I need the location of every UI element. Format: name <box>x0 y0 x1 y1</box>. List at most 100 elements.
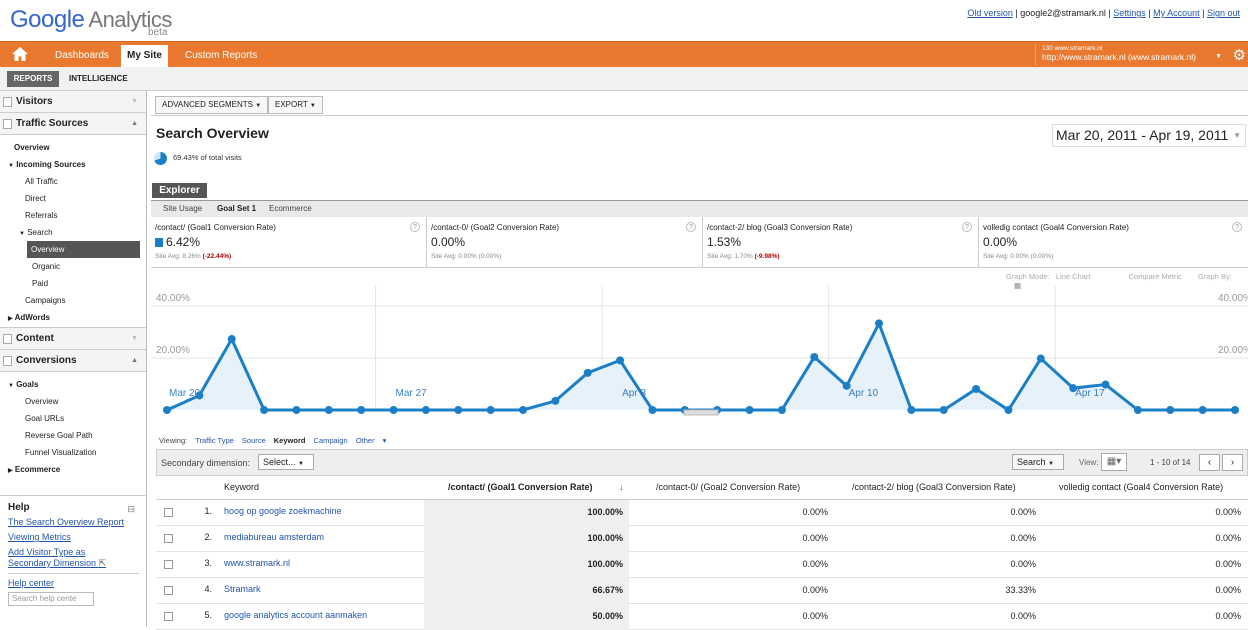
sidebar-item-search[interactable]: ▼ Search <box>0 224 146 241</box>
col-goal3[interactable]: /contact-2/ blog (Goal3 Conversion Rate) <box>852 482 1016 492</box>
home-icon[interactable] <box>12 47 28 61</box>
col-keyword[interactable]: Keyword <box>224 482 259 492</box>
data-point[interactable] <box>357 406 366 414</box>
sign-out-link[interactable]: Sign out <box>1207 8 1240 18</box>
data-point[interactable] <box>1166 406 1175 414</box>
sidebar-item-all-traffic[interactable]: All Traffic <box>0 173 146 190</box>
data-point[interactable] <box>454 406 463 414</box>
sidebar-item-reverse-goal-path[interactable]: Reverse Goal Path <box>0 427 146 444</box>
data-point[interactable] <box>389 406 398 414</box>
data-point[interactable] <box>163 406 171 414</box>
date-range-picker[interactable]: Mar 20, 2011 - Apr 19, 2011 ▼ <box>1052 124 1246 147</box>
tab-intelligence[interactable]: INTELLIGENCE <box>69 71 128 87</box>
help-icon[interactable]: ? <box>410 222 420 232</box>
sort-down-icon[interactable]: ↓ <box>619 482 624 492</box>
data-point[interactable] <box>551 396 560 405</box>
col-goal1[interactable]: /contact/ (Goal1 Conversion Rate) <box>448 482 593 492</box>
keyword-link[interactable]: google analytics account aanmaken <box>224 610 367 620</box>
export-button[interactable]: EXPORT ▼ <box>268 96 323 114</box>
data-point[interactable] <box>616 356 625 365</box>
help-icon[interactable]: ? <box>962 222 972 232</box>
col-goal2[interactable]: /contact-0/ (Goal2 Conversion Rate) <box>656 482 800 492</box>
settings-link[interactable]: Settings <box>1113 8 1146 18</box>
help-link-add-visitor-type[interactable]: Add Visitor Type as Secondary Dimension ⇱ <box>8 547 139 569</box>
compare-metric-option[interactable]: Compare Metric <box>1129 272 1182 281</box>
explorer-tab[interactable]: Explorer <box>152 183 207 198</box>
data-point[interactable] <box>1004 406 1013 414</box>
metric-box-goal1[interactable]: /contact/ (Goal1 Conversion Rate) 6.42% … <box>151 217 427 268</box>
keyword-link[interactable]: mediabureau amsterdam <box>224 532 324 542</box>
sidebar-section-content[interactable]: Content ▼ <box>0 328 146 350</box>
row-checkbox[interactable] <box>164 560 173 569</box>
sidebar-item-paid[interactable]: Paid <box>0 275 146 292</box>
sidebar-item-ecommerce[interactable]: ▶ Ecommerce <box>0 461 146 478</box>
data-point[interactable] <box>777 406 786 414</box>
tab-dashboards[interactable]: Dashboards <box>55 50 109 61</box>
tab-custom-reports[interactable]: Custom Reports <box>185 50 257 61</box>
keyword-link[interactable]: hoog op google zoekmachine <box>224 506 342 516</box>
help-search-input[interactable]: Search help cente <box>8 592 94 606</box>
data-point[interactable] <box>1198 406 1207 414</box>
viewing-source[interactable]: Source <box>242 436 266 445</box>
sidebar-item-search-overview[interactable]: Overview <box>27 241 140 258</box>
collapse-icon[interactable]: ⊟ <box>127 504 135 515</box>
data-point[interactable] <box>519 406 527 414</box>
sidebar-item-overview[interactable]: Overview <box>0 139 146 156</box>
search-button[interactable]: Search ▼ <box>1012 454 1064 470</box>
data-point[interactable] <box>324 406 333 414</box>
sidebar-section-visitors[interactable]: Visitors ▼ <box>0 91 146 113</box>
subtab-site-usage[interactable]: Site Usage <box>163 204 202 213</box>
data-point[interactable] <box>583 368 592 377</box>
viewing-keyword[interactable]: Keyword <box>274 436 306 445</box>
viewing-traffic-type[interactable]: Traffic Type <box>195 436 234 445</box>
help-link-viewing-metrics[interactable]: Viewing Metrics <box>8 532 139 543</box>
sidebar-item-referrals[interactable]: Referrals <box>0 207 146 224</box>
sidebar-section-conversions[interactable]: Conversions ▲ <box>0 350 146 372</box>
viewing-other[interactable]: Other ▾ <box>356 436 387 445</box>
sidebar-item-goals[interactable]: ▼ Goals <box>0 376 146 393</box>
data-point[interactable] <box>1231 406 1239 414</box>
prev-page-button[interactable]: ‹ <box>1199 454 1220 471</box>
col-goal4[interactable]: volledig contact (Goal4 Conversion Rate) <box>1059 482 1223 492</box>
subtab-goal-set-1[interactable]: Goal Set 1 <box>217 204 256 213</box>
data-point[interactable] <box>907 406 916 414</box>
tab-my-site[interactable]: My Site <box>121 45 168 68</box>
tab-reports[interactable]: REPORTS <box>7 71 59 87</box>
data-point[interactable] <box>810 352 819 361</box>
keyword-link[interactable]: www.stramark.nl <box>224 558 290 568</box>
help-icon[interactable]: ? <box>686 222 696 232</box>
viewing-campaign[interactable]: Campaign <box>314 436 348 445</box>
help-icon[interactable]: ? <box>1232 222 1242 232</box>
data-point[interactable] <box>745 406 754 414</box>
help-center-link[interactable]: Help center <box>8 578 139 589</box>
next-page-button[interactable]: › <box>1222 454 1243 471</box>
data-point[interactable] <box>260 406 269 414</box>
gear-icon[interactable]: ⚙ <box>1233 46 1246 64</box>
data-point[interactable] <box>227 335 236 344</box>
old-version-link[interactable]: Old version <box>967 8 1013 18</box>
data-point[interactable] <box>1133 406 1142 414</box>
row-checkbox[interactable] <box>164 508 173 517</box>
data-point[interactable] <box>875 319 883 328</box>
data-point[interactable] <box>421 406 430 414</box>
data-point[interactable] <box>292 406 301 414</box>
secondary-dimension-select[interactable]: Select... ▼ <box>258 454 314 470</box>
data-point[interactable] <box>972 384 981 393</box>
data-point[interactable] <box>486 406 495 414</box>
metric-box-goal4[interactable]: volledig contact (Goal4 Conversion Rate)… <box>979 217 1248 268</box>
my-account-link[interactable]: My Account <box>1153 8 1200 18</box>
keyword-link[interactable]: Stramark <box>224 584 261 594</box>
data-point[interactable] <box>1036 354 1045 363</box>
sidebar-item-direct[interactable]: Direct <box>0 190 146 207</box>
table-view-icon[interactable]: ▦▾ <box>1101 453 1127 471</box>
metric-box-goal3[interactable]: /contact-2/ blog (Goal3 Conversion Rate)… <box>703 217 979 268</box>
sidebar-item-adwords[interactable]: ▶ AdWords <box>0 309 146 326</box>
sidebar-section-traffic-sources[interactable]: Traffic Sources ▲ <box>0 113 146 135</box>
metric-box-goal2[interactable]: /contact-0/ (Goal2 Conversion Rate) 0.00… <box>427 217 703 268</box>
sidebar-item-campaigns[interactable]: Campaigns <box>0 292 146 309</box>
row-checkbox[interactable] <box>164 534 173 543</box>
sidebar-item-goal-urls[interactable]: Goal URLs <box>0 410 146 427</box>
help-link-search-overview[interactable]: The Search Overview Report <box>8 517 139 528</box>
subtab-ecommerce[interactable]: Ecommerce <box>269 204 312 213</box>
account-selector[interactable]: 130 www.stramark.nl http://www.stramark.… <box>1035 44 1228 66</box>
